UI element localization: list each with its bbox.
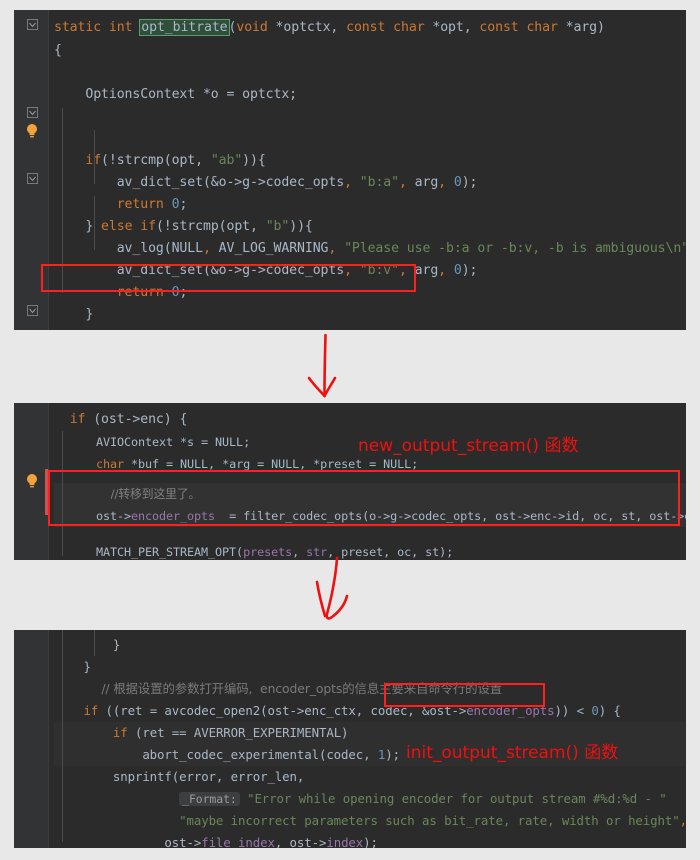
string-literal: "b": [265, 219, 290, 234]
code-token: *arg): [557, 20, 605, 35]
code-token: *optctx,: [267, 20, 347, 35]
string-literal: "ab": [210, 153, 243, 168]
code-line[interactable]: {: [54, 40, 686, 62]
code-line[interactable]: snprintf(error, error_len,: [54, 766, 686, 788]
code-line[interactable]: }: [54, 634, 686, 656]
code-line[interactable]: [54, 475, 686, 483]
keyword-const: const: [479, 20, 519, 35]
code-line[interactable]: }: [54, 304, 686, 326]
annotation-label-new-output-stream: new_output_stream() 函数: [358, 436, 579, 456]
code-block-opt-bitrate[interactable]: static int opt_bitrate(void *optctx, con…: [14, 10, 686, 330]
code-line[interactable]: OptionsContext *o = optctx;: [54, 84, 686, 106]
down-arrow-2: [295, 556, 375, 626]
keyword-return: return: [116, 197, 164, 212]
string-literal: "Error while opening encoder for output …: [239, 791, 667, 806]
screenshot-root: static int opt_bitrate(void *optctx, con…: [0, 0, 700, 860]
keyword-char: char: [526, 20, 558, 35]
indent-guide: [62, 108, 63, 293]
code-line[interactable]: ost->file_index, ost->index);: [54, 832, 686, 848]
code-line[interactable]: av_dict_set(&o->g->codec_opts, "b:a", ar…: [54, 172, 686, 194]
annotation-label-init-output-stream: init_output_stream() 函数: [406, 743, 619, 763]
string-literal: "maybe incorrect parameters such as bit_…: [179, 813, 680, 828]
keyword-const: const: [346, 20, 386, 35]
code-line[interactable]: [54, 62, 686, 84]
code-block-new-output-stream[interactable]: if (ost->enc) { AVIOContext *s = NULL; c…: [14, 403, 686, 560]
code-line[interactable]: if ((ret = avcodec_open2(ost->enc_ctx, c…: [54, 700, 686, 722]
string-literal: "b:v": [359, 263, 399, 278]
code-line[interactable]: return 0;: [54, 282, 686, 304]
code-line[interactable]: ost->encoder_opts = filter_codec_opts(o-…: [54, 505, 686, 527]
comment-text: // 根据设置的参数打开编码, encoder_opts的信息主要来自命令行的设…: [86, 681, 503, 696]
code-line[interactable]: } else if(!strcmp(opt, "b")){: [54, 216, 686, 238]
keyword-void: void: [236, 20, 268, 35]
code-text: {: [54, 43, 62, 58]
keyword-static: static: [54, 20, 102, 35]
code-line[interactable]: _Format: "Error while opening encoder fo…: [54, 788, 686, 810]
code-line[interactable]: "maybe incorrect parameters such as bit_…: [54, 810, 686, 832]
code-line[interactable]: av_dict_set(&o->g->codec_opts, opt, arg,…: [54, 326, 686, 330]
code-line[interactable]: av_log(NULL, AV_LOG_WARNING, "Please use…: [54, 238, 686, 260]
keyword-int: int: [108, 20, 133, 35]
code-line[interactable]: [54, 128, 686, 150]
code-line[interactable]: av_dict_set(&o->g->codec_opts, "b:v", ar…: [54, 260, 686, 282]
code-line[interactable]: // 根据设置的参数打开编码, encoder_opts的信息主要来自命令行的设…: [54, 678, 686, 700]
code-line[interactable]: if (ost->enc) {: [54, 409, 686, 431]
parameter-inlay-hint: _Format:: [179, 792, 240, 806]
comment-text: //转移到这里了。: [96, 487, 201, 501]
code-line[interactable]: char *buf = NULL, *arg = NULL, *preset =…: [54, 453, 686, 475]
code-line[interactable]: return 0;: [54, 194, 686, 216]
code-line[interactable]: static int opt_bitrate(void *optctx, con…: [54, 16, 686, 40]
down-arrow-1: [286, 333, 376, 401]
keyword-char: char: [393, 20, 425, 35]
code-line[interactable]: //转移到这里了。: [54, 483, 686, 505]
highlighted-symbol[interactable]: opt_bitrate: [139, 19, 230, 36]
indent-guide: [62, 431, 63, 556]
string-literal: "Please use -b:a or -b:v, -b is ambiguou…: [344, 241, 686, 256]
indent-guide: [62, 630, 63, 842]
indent-guide: [94, 630, 95, 656]
indent-guide: [94, 196, 95, 250]
code-token: *opt,: [424, 20, 480, 35]
string-literal: "b:a": [359, 175, 399, 190]
indent-guide: [94, 130, 95, 184]
code-line[interactable]: [54, 527, 686, 541]
code-line[interactable]: [54, 106, 686, 128]
code-text: OptionsContext *o = optctx;: [54, 87, 298, 102]
code-line[interactable]: if(!strcmp(opt, "ab")){: [54, 150, 686, 172]
code-line[interactable]: }: [54, 656, 686, 678]
